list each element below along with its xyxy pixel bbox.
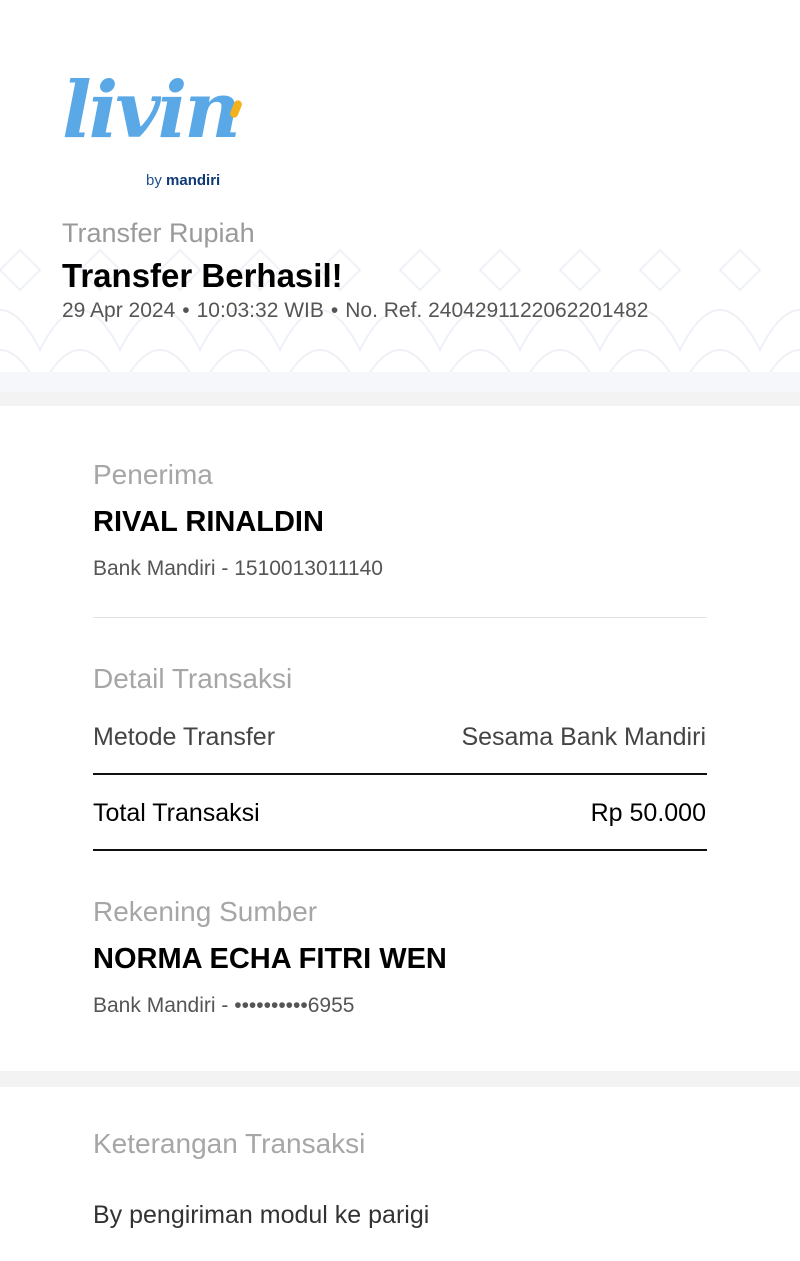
receipt-header: livin by mandiri Transfer Rupiah Transfe… bbox=[0, 0, 800, 392]
logo-bank-name: mandiri bbox=[166, 172, 221, 189]
transaction-date: 29 Apr 2024 bbox=[62, 299, 176, 322]
source-account-label: Rekening Sumber bbox=[93, 896, 318, 927]
page-title: Transfer Berhasil! bbox=[62, 257, 343, 294]
source-account-number: Bank Mandiri - ••••••••••6955 bbox=[93, 994, 355, 1017]
logo-byline: by mandiri bbox=[146, 173, 220, 188]
section-divider-band bbox=[0, 1071, 800, 1087]
source-account-name: NORMA ECHA FITRI WEN bbox=[93, 943, 447, 975]
divider bbox=[93, 773, 707, 775]
recipient-label: Penerima bbox=[93, 459, 213, 490]
recipient-name: RIVAL RINALDIN bbox=[93, 506, 324, 538]
divider bbox=[93, 849, 707, 851]
transfer-category: Transfer Rupiah bbox=[62, 218, 255, 248]
notes-text: By pengiriman modul ke parigi bbox=[93, 1201, 430, 1229]
section-divider-band bbox=[0, 392, 800, 406]
meta-separator: • bbox=[182, 299, 190, 322]
total-transaction-label: Total Transaksi bbox=[93, 799, 260, 827]
transaction-detail-label: Detail Transaksi bbox=[93, 663, 293, 694]
transaction-meta: 29 Apr 2024 • 10:03:32 WIB • No. Ref. 240429… bbox=[62, 298, 648, 323]
transfer-method-value: Sesama Bank Mandiri bbox=[461, 723, 706, 751]
total-transaction-value: Rp 50.000 bbox=[590, 799, 706, 827]
notes-label: Keterangan Transaksi bbox=[93, 1128, 366, 1159]
logo-by-text: by bbox=[146, 172, 162, 189]
recipient-account: Bank Mandiri - 1510013011140 bbox=[93, 557, 383, 580]
reference-number: No. Ref. 2404291122062201482 bbox=[345, 299, 649, 322]
transaction-time: 10:03:32 WIB bbox=[196, 299, 324, 322]
transaction-card: Penerima RIVAL RINALDIN Bank Mandiri - 1… bbox=[0, 406, 800, 1071]
divider bbox=[93, 617, 707, 618]
transfer-method-label: Metode Transfer bbox=[93, 723, 276, 751]
logo-wordmark: livin bbox=[62, 65, 241, 156]
livin-logo: livin by mandiri bbox=[60, 72, 250, 200]
meta-separator: • bbox=[330, 299, 339, 322]
notes-card: Keterangan Transaksi By pengiriman modul… bbox=[0, 1087, 800, 1261]
